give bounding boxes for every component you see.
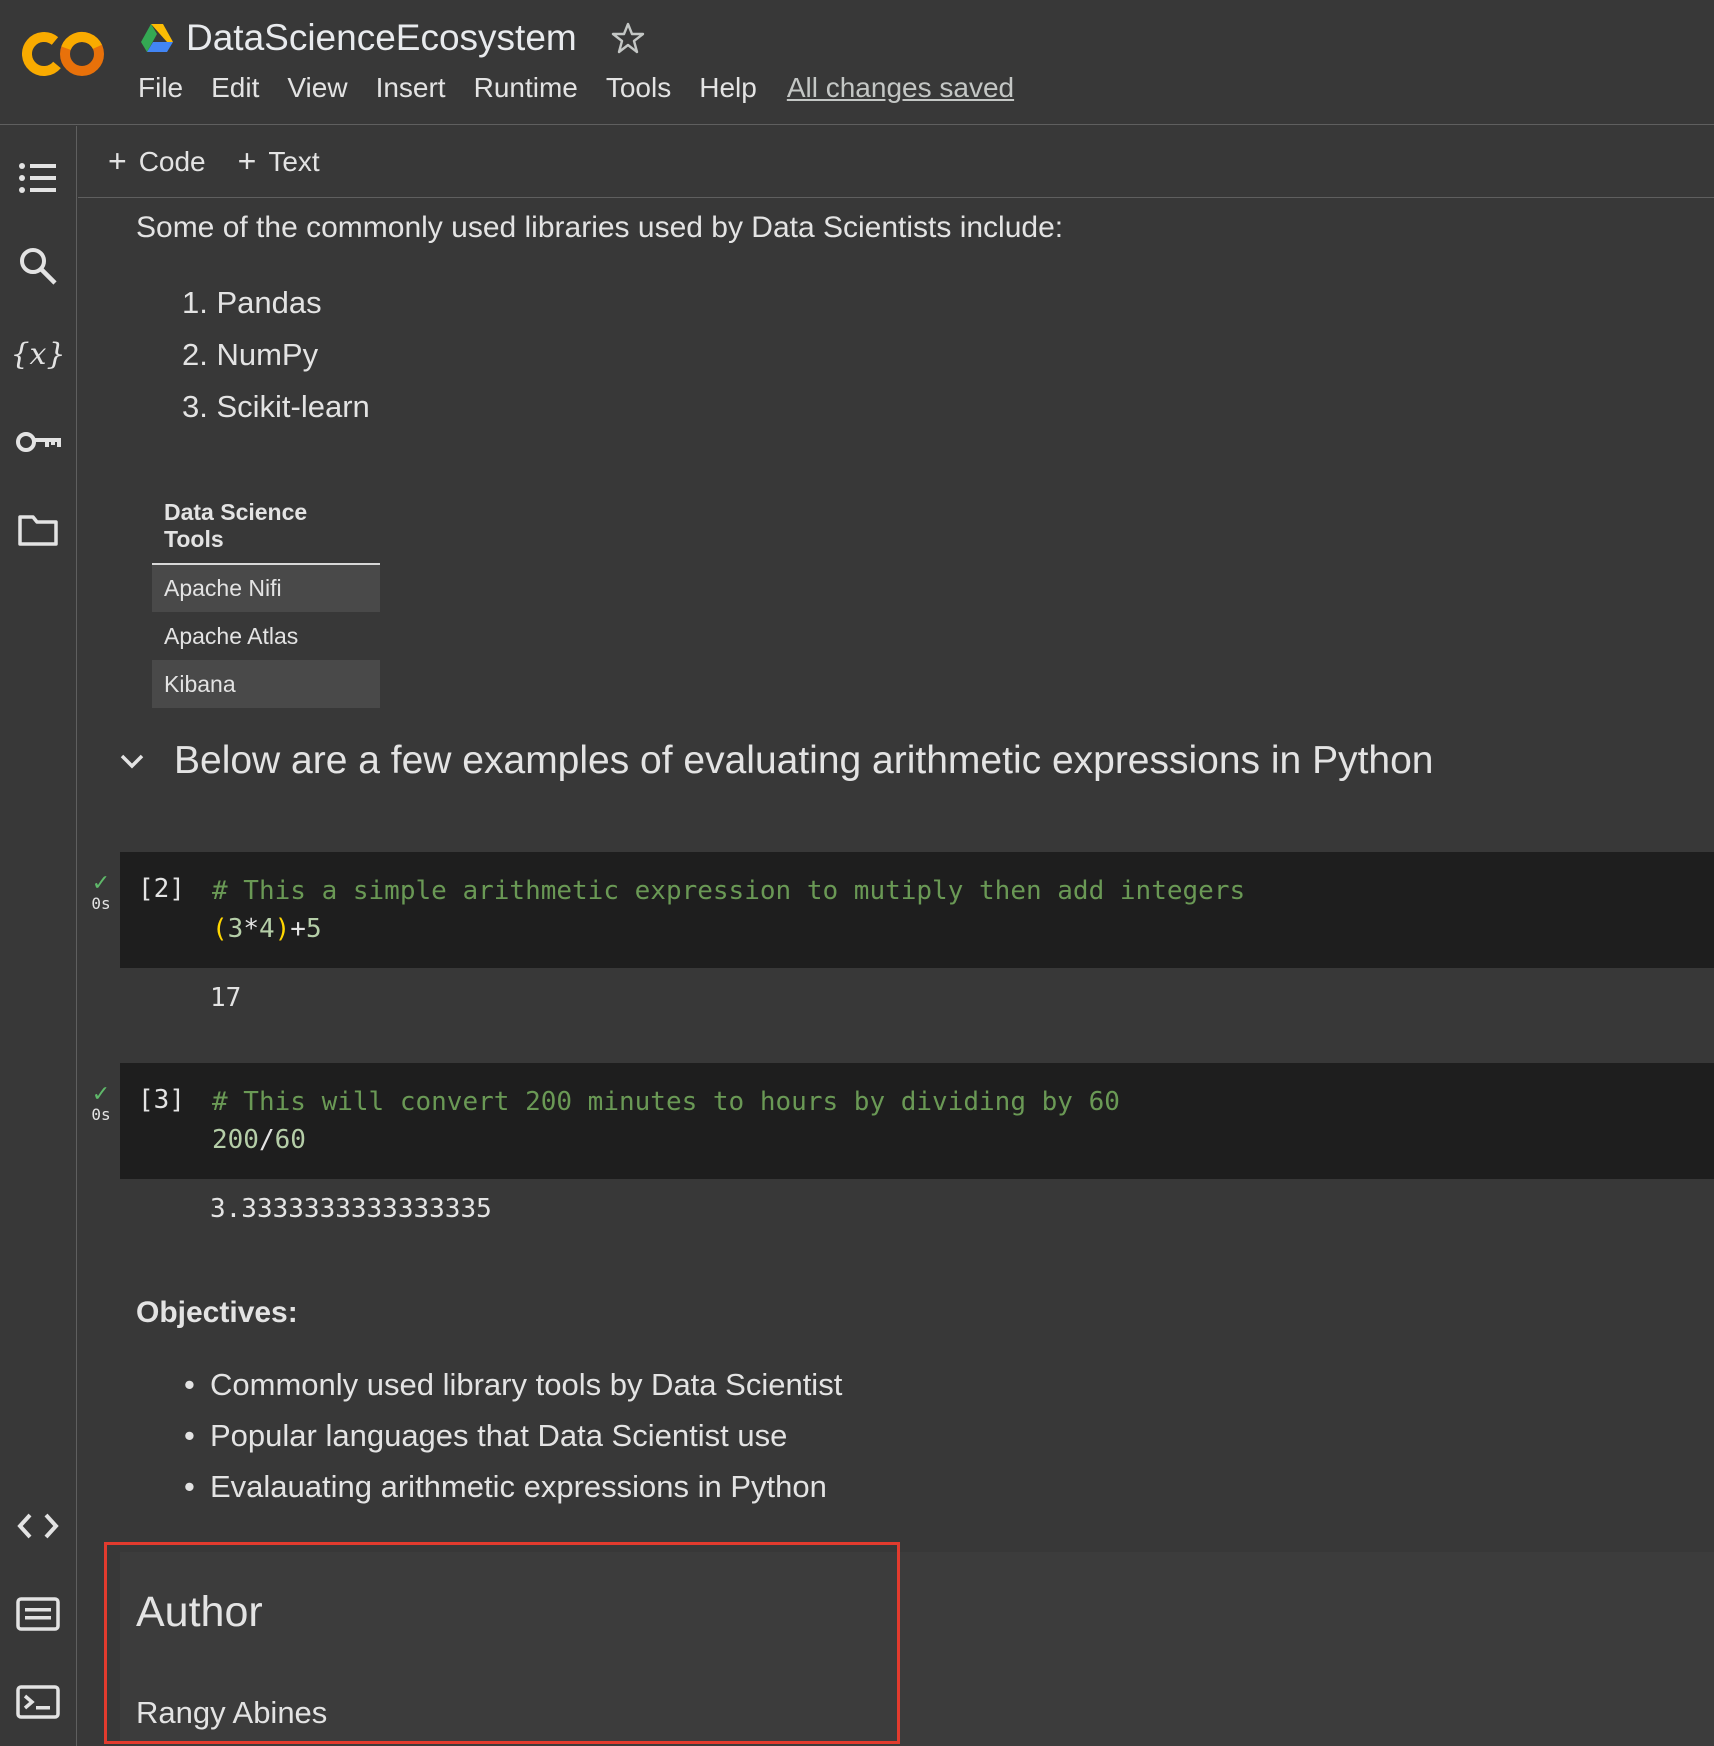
cell-output: 17	[210, 983, 242, 1013]
code-token: )	[274, 914, 291, 944]
list-item: 1. Pandas	[182, 285, 322, 320]
add-text-label: Text	[268, 145, 320, 177]
menu-insert[interactable]: Insert	[376, 72, 446, 104]
variables-icon[interactable]: {x}	[12, 328, 64, 380]
code-token: 5	[305, 914, 322, 944]
code-snippets-icon[interactable]	[12, 1500, 64, 1552]
notebook-toolbar: + Code + Text	[78, 126, 1714, 198]
author-name: Rangy Abines	[136, 1695, 328, 1730]
menu-bar: File Edit View Insert Runtime Tools Help…	[138, 72, 1042, 104]
chevron-down-icon[interactable]	[118, 747, 146, 775]
secrets-key-icon[interactable]	[12, 416, 64, 468]
objectives-list: Commonly used library tools by Data Scie…	[184, 1359, 842, 1512]
check-icon: ✓	[91, 1081, 111, 1106]
menu-runtime[interactable]: Runtime	[474, 72, 578, 104]
plus-icon: +	[237, 143, 257, 179]
code-token: /	[258, 1125, 275, 1155]
menu-help[interactable]: Help	[699, 72, 757, 104]
section-title: Below are a few examples of evaluating a…	[174, 739, 1434, 782]
list-item: 2. NumPy	[182, 337, 319, 372]
section-heading: Below are a few examples of evaluating a…	[118, 739, 1433, 783]
list-item: 3. Scikit-learn	[182, 389, 370, 424]
menu-view[interactable]: View	[287, 72, 347, 104]
exec-count[interactable]: [3]	[138, 1085, 185, 1115]
check-icon: ✓	[91, 870, 111, 895]
exec-time: 0s	[91, 894, 111, 913]
objectives-title: Objectives:	[136, 1296, 298, 1329]
files-folder-icon[interactable]	[12, 504, 64, 556]
cell-status: ✓ 0s	[86, 870, 116, 914]
table-row: Kibana	[152, 660, 380, 708]
code-editor[interactable]: # This a simple arithmetic expression to…	[212, 872, 1245, 948]
menu-tools[interactable]: Tools	[606, 72, 671, 104]
add-text-button[interactable]: + Text	[238, 143, 320, 180]
list-item: Evalauating arithmetic expressions in Py…	[184, 1461, 842, 1512]
code-token: 60	[274, 1125, 306, 1155]
table-cell: Apache Atlas	[164, 622, 299, 649]
code-cell-2[interactable]: ✓ 0s [2] # This a simple arithmetic expr…	[91, 852, 1714, 968]
exec-time: 0s	[91, 1105, 111, 1124]
colab-logo-icon[interactable]	[22, 26, 106, 82]
cell-status: ✓ 0s	[86, 1081, 116, 1125]
code-cell-3[interactable]: ✓ 0s [3] # This will convert 200 minutes…	[91, 1063, 1714, 1179]
star-icon[interactable]	[611, 21, 645, 55]
author-heading: Author	[136, 1588, 263, 1636]
code-token: 200	[212, 1125, 259, 1155]
menu-file[interactable]: File	[138, 72, 183, 104]
add-code-button[interactable]: + Code	[108, 143, 206, 180]
table-cell: Kibana	[152, 660, 380, 708]
table-header: Data Science Tools	[152, 489, 380, 565]
data-science-tools-table: Data Science Tools Apache Nifi Apache At…	[152, 489, 380, 708]
table-of-contents-icon[interactable]	[12, 152, 64, 204]
code-token: 3	[227, 914, 244, 944]
notebook-content: Some of the commonly used libraries used…	[78, 199, 1714, 1746]
code-comment: # This a simple arithmetic expression to…	[212, 876, 1246, 906]
code-comment: # This will convert 200 minutes to hours…	[212, 1087, 1120, 1117]
code-token: (	[212, 914, 228, 944]
terminal-icon[interactable]	[12, 1676, 64, 1728]
code-editor[interactable]: # This will convert 200 minutes to hours…	[212, 1083, 1120, 1159]
notebook-title[interactable]: DataScienceEcosystem	[186, 17, 577, 59]
libraries-list: 1. Pandas 2. NumPy 3. Scikit-learn	[182, 277, 370, 433]
list-item: Commonly used library tools by Data Scie…	[184, 1359, 842, 1410]
menu-edit[interactable]: Edit	[211, 72, 259, 104]
table-cell: Apache Nifi	[152, 564, 380, 612]
intro-text: Some of the commonly used libraries used…	[136, 211, 1064, 244]
left-sidebar: {x}	[0, 126, 77, 1746]
code-token: 4	[258, 914, 275, 944]
command-palette-icon[interactable]	[12, 1588, 64, 1640]
app-header: DataScienceEcosystem File Edit View Inse…	[0, 0, 1714, 125]
add-code-label: Code	[138, 145, 206, 177]
cell-output: 3.3333333333333335	[210, 1194, 492, 1224]
google-drive-icon[interactable]	[140, 23, 174, 53]
save-status-link[interactable]: All changes saved	[787, 72, 1014, 104]
list-item: Popular languages that Data Scientist us…	[184, 1410, 842, 1461]
search-icon[interactable]	[12, 240, 64, 292]
svg-text:{x}: {x}	[14, 337, 62, 372]
exec-count[interactable]: [2]	[138, 874, 185, 904]
code-token: *	[243, 914, 259, 944]
table-row: Apache Nifi	[152, 564, 380, 612]
plus-icon: +	[108, 143, 127, 179]
table-row: Apache Atlas	[152, 612, 380, 660]
code-token: +	[290, 914, 306, 944]
